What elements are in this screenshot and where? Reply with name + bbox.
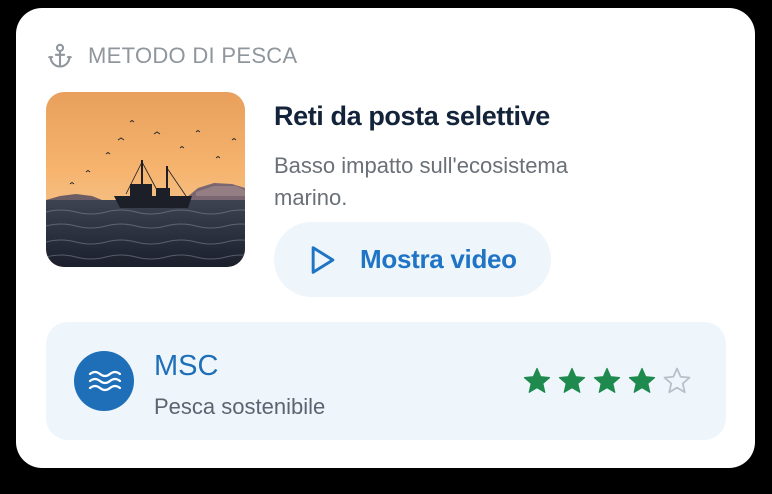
msc-logo: [74, 351, 134, 411]
star-empty-icon: [663, 367, 691, 394]
play-icon: [311, 245, 335, 274]
section-header: METODO DI PESCA: [46, 42, 297, 70]
anchor-icon: [48, 43, 72, 68]
waves-icon: [88, 370, 121, 392]
fishing-method-card: METODO DI PESCA Reti da posta selettive …: [16, 8, 755, 468]
certification-name: MSC: [154, 350, 219, 382]
certification-panel: MSC Pesca sostenibile: [46, 322, 726, 440]
star-filled-icon: [523, 367, 551, 393]
certification-subtitle: Pesca sostenibile: [154, 394, 326, 419]
section-title: METODO DI PESCA: [88, 43, 298, 68]
show-video-label: Mostra video: [360, 244, 517, 274]
star-filled-icon: [593, 367, 621, 393]
method-description: Basso impatto sull'ecosistema marino.: [274, 153, 568, 210]
star-filled-icon: [628, 367, 656, 393]
star-filled-icon: [558, 367, 586, 393]
method-title: Reti da posta selettive: [274, 101, 550, 131]
sustainability-rating: [522, 366, 692, 396]
show-video-button[interactable]: Mostra video: [274, 222, 551, 297]
fishing-boat-photo: [46, 92, 245, 267]
